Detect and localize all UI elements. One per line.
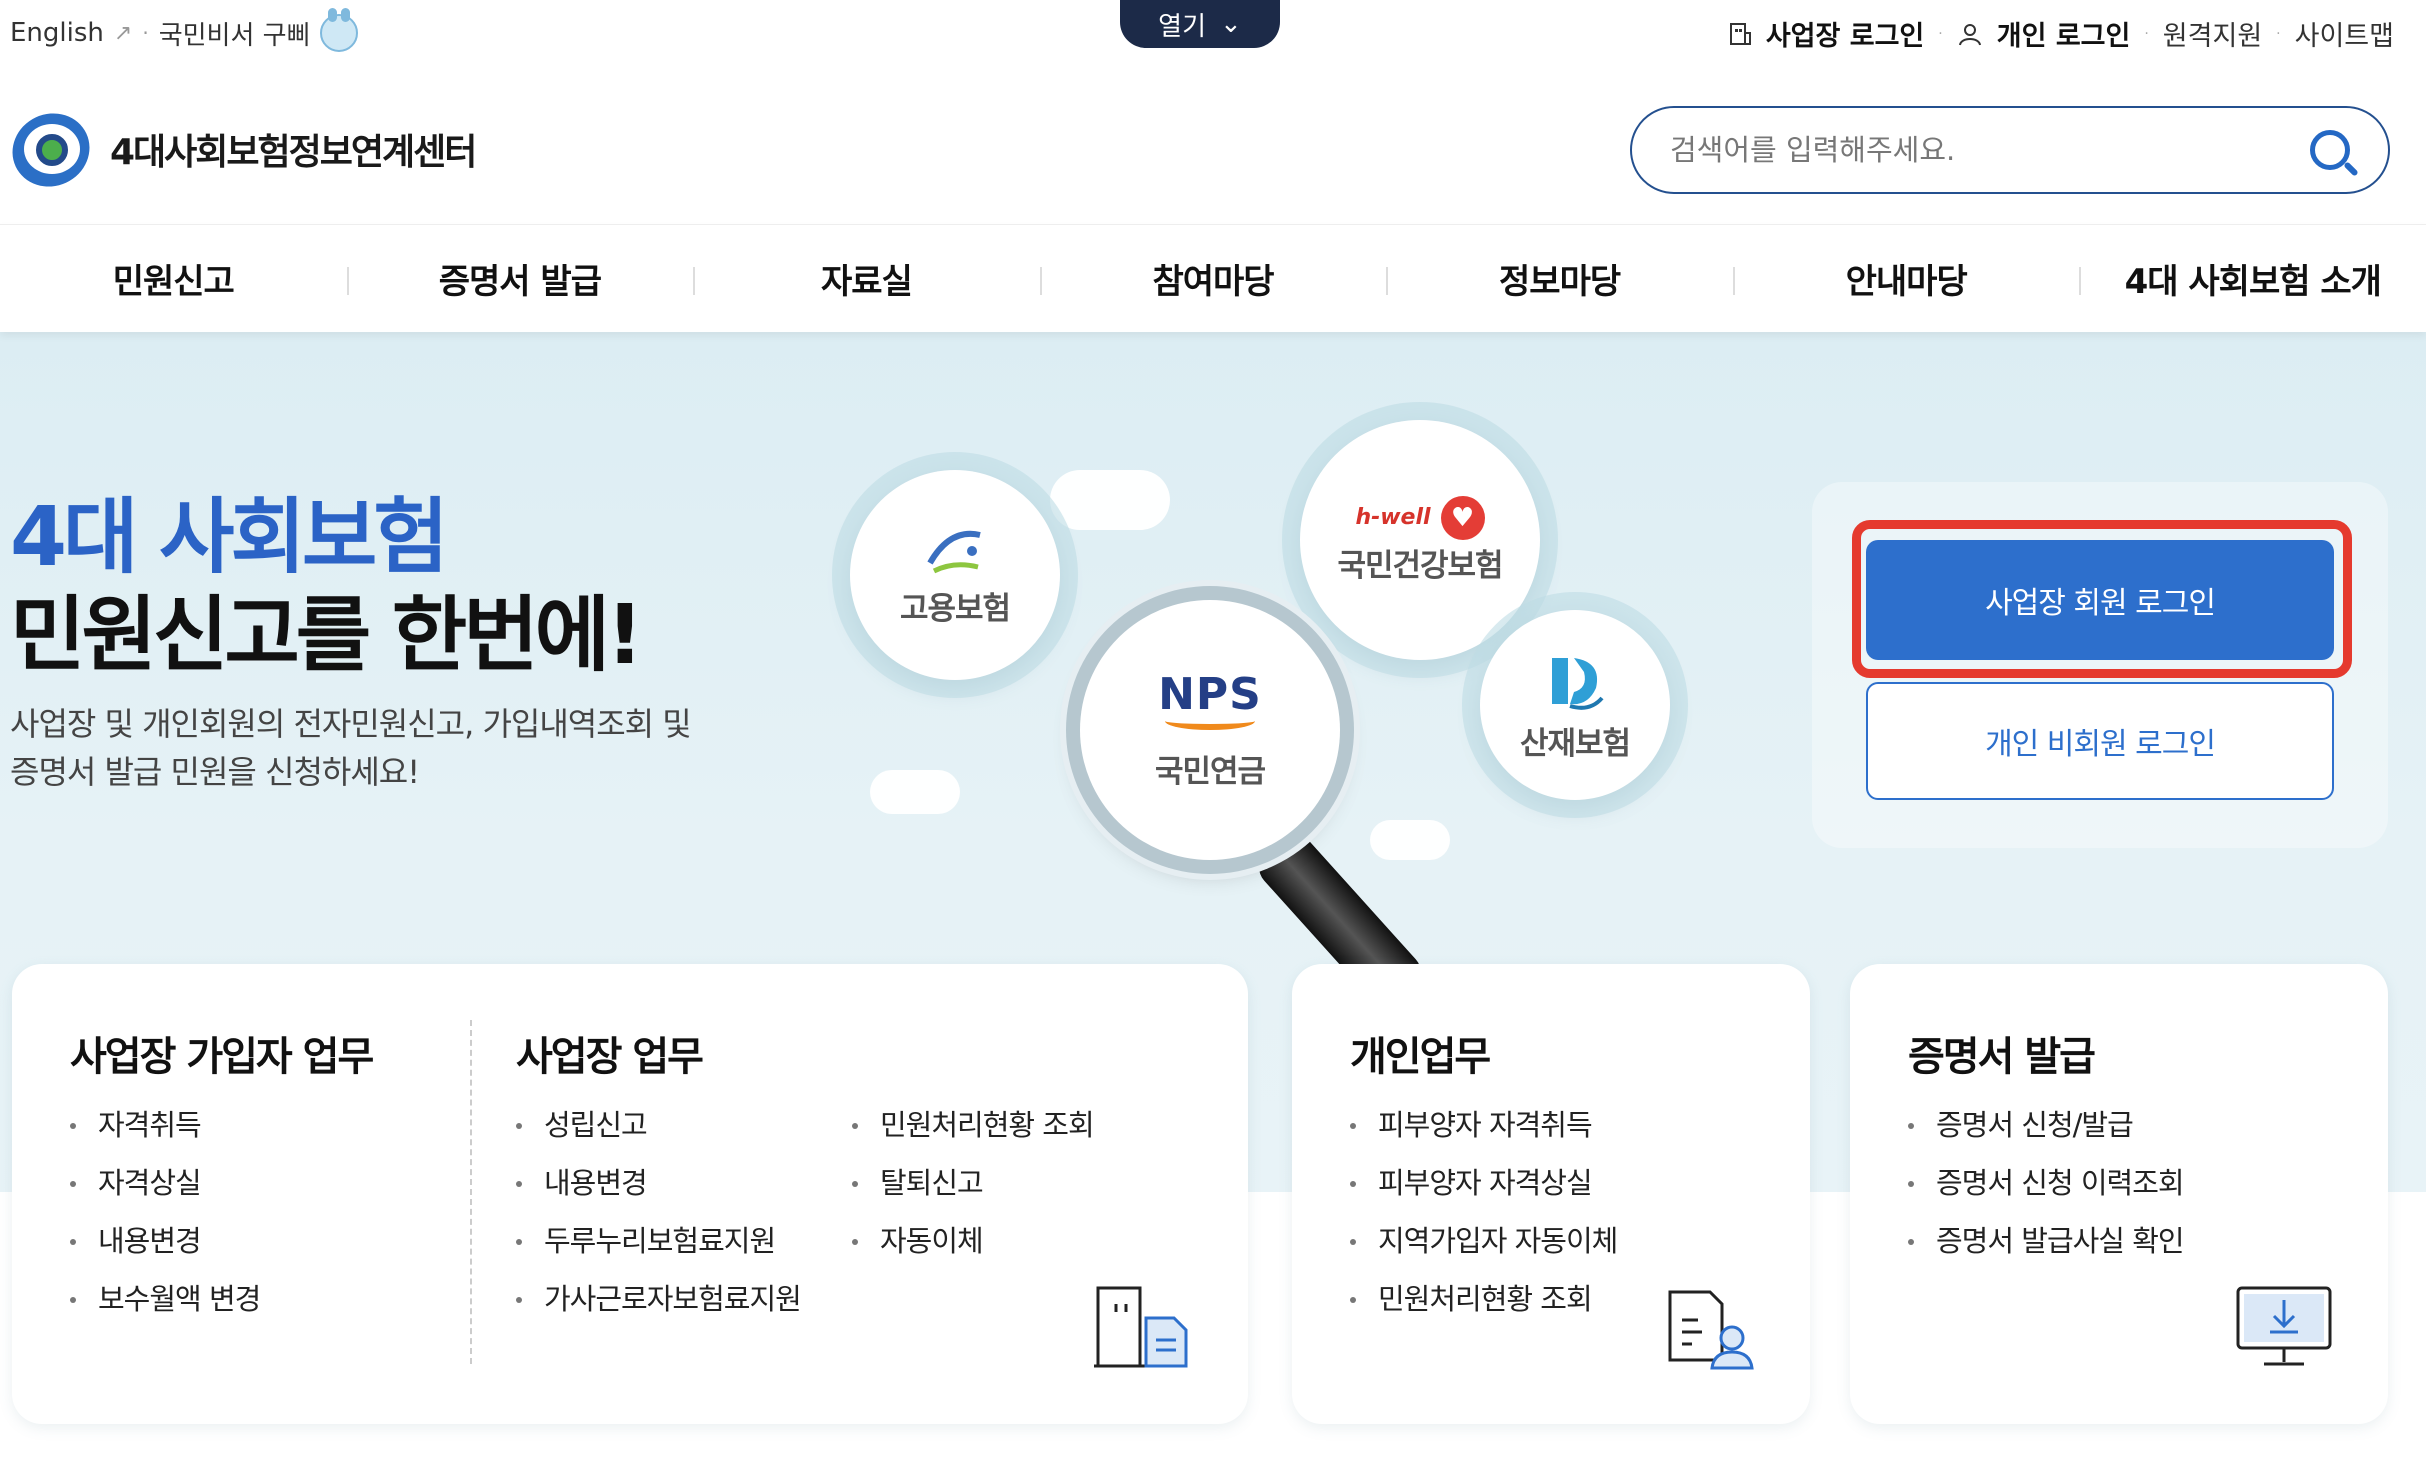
search-icon[interactable] (2310, 130, 2350, 170)
personal-login-link[interactable]: 개인 로그인 (1997, 14, 2131, 53)
list-item[interactable]: 증명서 발급사실 확인 (1906, 1212, 2185, 1270)
list-item[interactable]: 자동이체 (850, 1212, 1094, 1270)
hero-description: 사업장 및 개인회원의 전자민원신고, 가입내역조회 및 증명서 발급 민원을 … (10, 700, 770, 796)
mascot-icon[interactable] (320, 8, 359, 52)
list-item[interactable]: 두루누리보험료지원 (514, 1212, 801, 1270)
pension-badge: NPS 국민연금 (1080, 600, 1340, 860)
nav-item-guide[interactable]: 안내마당 (1732, 225, 2080, 332)
list-item[interactable]: 내용변경 (514, 1154, 801, 1212)
nps-arc-icon (1165, 712, 1255, 730)
separator-dot: · (2144, 25, 2149, 42)
nav-item-about[interactable]: 4대 사회보험 소개 (2079, 225, 2426, 332)
business-member-login-button[interactable]: 사업장 회원 로그인 (1866, 540, 2334, 660)
separator-dot: · (2276, 25, 2281, 42)
person-icon (1958, 23, 1981, 45)
individual-guest-login-button[interactable]: 개인 비회원 로그인 (1866, 682, 2334, 800)
card-title-biz: 사업장 업무 (516, 1034, 704, 1080)
logo-text: 4대사회보험정보연계센터 (110, 132, 477, 173)
open-toggle-button[interactable]: 열기 ⌄ (1120, 0, 1280, 48)
person-document-icon (1668, 1290, 1754, 1370)
business-tasks-card: 사업장 가입자 업무 자격취득 자격상실 내용변경 보수월액 변경 사업장 업무… (12, 964, 1248, 1424)
open-toggle-label: 열기 (1158, 11, 1207, 42)
main-nav: 민원신고 증명서 발급 자료실 참여마당 정보마당 안내마당 4대 사회보험 소… (0, 224, 2426, 332)
health-insurance-badge: h-well ♥ 국민건강보험 (1300, 420, 1540, 660)
english-link[interactable]: English (10, 18, 104, 48)
building-icon (1729, 22, 1751, 45)
list-item[interactable]: 가사근로자보험료지원 (514, 1270, 802, 1328)
nav-item-complaint[interactable]: 민원신고 (0, 225, 347, 332)
cert-list: 증명서 신청/발급 증명서 신청 이력조회 증명서 발급사실 확인 (1906, 1096, 2185, 1270)
secretary-link[interactable]: 국민비서 구삐 (159, 15, 311, 52)
nav-item-participation[interactable]: 참여마당 (1039, 225, 1387, 332)
list-item[interactable]: 피부양자 자격취득 (1348, 1096, 1617, 1154)
certificate-card: 증명서 발급 증명서 신청/발급 증명서 신청 이력조회 증명서 발급사실 확인 (1850, 964, 2388, 1424)
industrial-logo-icon (1552, 657, 1604, 710)
list-item[interactable]: 자격상실 (68, 1154, 260, 1212)
site-logo[interactable]: 4대사회보험정보연계센터 (0, 100, 477, 200)
logo-mark-icon (0, 100, 102, 200)
dashed-divider (470, 1020, 472, 1364)
card-title-personal: 개인업무 (1350, 1034, 1491, 1080)
list-item[interactable]: 민원처리현황 조회 (850, 1096, 1095, 1154)
employment-insurance-badge: 고용보험 (850, 470, 1060, 680)
cloud-decoration (870, 770, 960, 814)
search-input[interactable] (1670, 133, 2310, 167)
building-document-icon (1094, 1286, 1188, 1368)
separator-dot: · (142, 21, 149, 45)
biz-list-left: 성립신고 내용변경 두루누리보험료지원 가사근로자보험료지원 (514, 1096, 802, 1328)
card-title-biz-member: 사업장 가입자 업무 (70, 1034, 374, 1080)
nav-item-certificate[interactable]: 증명서 발급 (346, 225, 694, 332)
personal-tasks-card: 개인업무 피부양자 자격취득 피부양자 자격상실 지역가입자 자동이체 민원처리… (1292, 964, 1810, 1424)
list-item[interactable]: 성립신고 (514, 1096, 801, 1154)
health-logo: h-well ♥ (1355, 495, 1485, 540)
biz-list-right: 민원처리현황 조회 탈퇴신고 자동이체 (850, 1096, 1095, 1270)
external-link-icon: ↗ (113, 20, 133, 46)
heart-icon: ♥ (1440, 495, 1485, 540)
list-item[interactable]: 탈퇴신고 (850, 1154, 1094, 1212)
card-title-cert: 증명서 발급 (1908, 1034, 2096, 1080)
separator-dot: · (1938, 25, 1943, 42)
remote-support-link[interactable]: 원격지원 (2163, 14, 2262, 53)
nav-item-info[interactable]: 정보마당 (1386, 225, 1733, 332)
cloud-decoration (1050, 470, 1170, 530)
hwell-tag: h-well (1355, 505, 1431, 530)
personal-list: 피부양자 자격취득 피부양자 자격상실 지역가입자 자동이체 민원처리현황 조회 (1348, 1096, 1618, 1328)
list-item[interactable]: 보수월액 변경 (68, 1270, 261, 1328)
employment-logo-icon (927, 530, 981, 573)
list-item[interactable]: 자격취득 (68, 1096, 260, 1154)
search-bar (1630, 106, 2390, 194)
list-item[interactable]: 민원처리현황 조회 (1348, 1270, 1617, 1328)
list-item[interactable]: 내용변경 (68, 1212, 260, 1270)
biz-member-list: 자격취득 자격상실 내용변경 보수월액 변경 (68, 1096, 261, 1328)
industrial-label: 산재보험 (1519, 725, 1631, 762)
utility-bar: English ↗ · 국민비서 구삐 열기 ⌄ 사업장 로그인 · 개인 로그… (0, 0, 2426, 72)
list-item[interactable]: 지역가입자 자동이체 (1348, 1212, 1618, 1270)
list-item[interactable]: 피부양자 자격상실 (1348, 1154, 1617, 1212)
utility-right: 사업장 로그인 · 개인 로그인 · 원격지원 · 사이트맵 (1728, 14, 2394, 53)
list-item[interactable]: 증명서 신청/발급 (1906, 1096, 2184, 1154)
pension-label: 국민연금 (1154, 754, 1266, 790)
monitor-download-icon (2236, 1286, 2332, 1366)
hero-title-line2: 민원신고를 한번에! (10, 588, 643, 683)
business-login-link[interactable]: 사업장 로그인 (1766, 14, 1924, 53)
sitemap-link[interactable]: 사이트맵 (2295, 14, 2394, 53)
list-item[interactable]: 증명서 신청 이력조회 (1906, 1154, 2185, 1212)
industrial-insurance-badge: 산재보험 (1480, 610, 1670, 800)
hero-desc-line1: 사업장 및 개인회원의 전자민원신고, 가입내역조회 및 (10, 705, 692, 743)
chevron-down-icon: ⌄ (1220, 9, 1242, 39)
employment-label: 고용보험 (899, 590, 1011, 627)
utility-left: English ↗ · 국민비서 구삐 (10, 8, 359, 52)
health-label: 국민건강보험 (1337, 547, 1503, 584)
cloud-decoration (1370, 820, 1450, 860)
nav-item-library[interactable]: 자료실 (693, 225, 1040, 332)
hero-desc-line2: 증명서 발급 민원을 신청하세요! (10, 753, 420, 791)
